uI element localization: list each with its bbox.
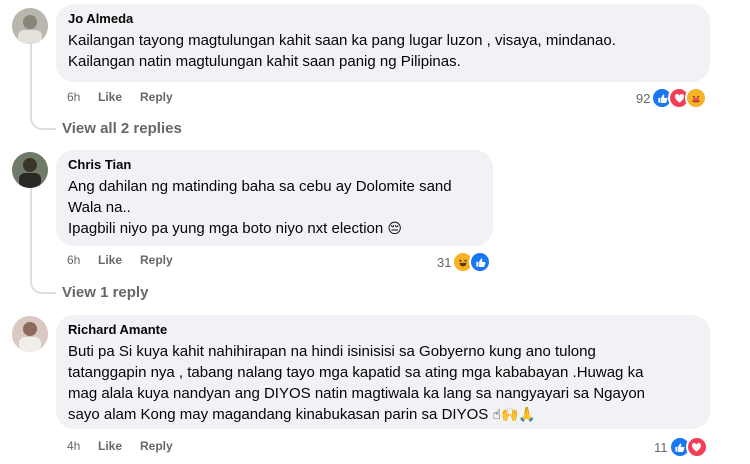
comment-timestamp[interactable]: 6h: [67, 90, 80, 104]
comment-text-line: Ang dahilan ng matinding baha sa cebu ay…: [68, 178, 452, 195]
reply-button[interactable]: Reply: [140, 439, 173, 453]
thread-connector: [30, 44, 56, 130]
reply-button[interactable]: Reply: [140, 90, 173, 104]
comment-richard-amante: Richard Amante Buti pa Si kuya kahit nah…: [0, 313, 750, 464]
comment-text: sayo alam Kong may magandang kinabukasan…: [68, 406, 489, 423]
comment-timestamp[interactable]: 4h: [67, 439, 80, 453]
care-icon: [685, 87, 708, 109]
comment-text-line: mag alala kuya nandyan ang DIYOS natin m…: [68, 385, 646, 402]
comment-text-line: Kailangan natin magtulungan kahit saan p…: [68, 53, 461, 70]
comment-chris-tian: Chris Tian Ang dahilan ng matinding baha…: [0, 146, 750, 306]
reaction-count: 11: [654, 439, 668, 455]
view-replies-link[interactable]: View 1 reply: [62, 284, 148, 301]
avatar[interactable]: [12, 8, 48, 44]
like-button[interactable]: Like: [98, 90, 122, 104]
thread-connector: [30, 188, 56, 294]
comment-text-line: tatanggapin nya , tabang nalang tayo mga…: [68, 364, 644, 381]
view-replies-link[interactable]: View all 2 replies: [62, 120, 182, 137]
reaction-summary[interactable]: 92: [636, 87, 708, 109]
like-icon: [469, 251, 492, 273]
like-button[interactable]: Like: [98, 439, 122, 453]
comment-bubble: Chris Tian Ang dahilan ng matinding baha…: [56, 150, 493, 246]
comment-author[interactable]: Chris Tian: [68, 157, 481, 173]
reply-button[interactable]: Reply: [140, 253, 173, 267]
pensive-emoji: 😔: [387, 221, 402, 237]
comment-bubble: Richard Amante Buti pa Si kuya kahit nah…: [56, 315, 710, 429]
reaction-count: 31: [437, 254, 452, 270]
comment-text: Ipagbili niyo pa yung mga boto niyo nxt …: [68, 220, 384, 237]
reaction-summary[interactable]: 11: [654, 436, 708, 458]
comment-text-line-with-emoji: Ipagbili niyo pa yung mga boto niyo nxt …: [68, 218, 481, 240]
comment-jo-almeda: Jo Almeda Kailangan tayong magtulungan k…: [0, 0, 750, 140]
comment-timestamp[interactable]: 6h: [67, 253, 80, 267]
comment-text-line: Wala na..: [68, 199, 131, 216]
like-button[interactable]: Like: [98, 253, 122, 267]
comment-author[interactable]: Richard Amante: [68, 322, 698, 338]
hand-emojis: ☝🙌🙏: [492, 407, 536, 423]
avatar[interactable]: [12, 152, 48, 188]
reaction-summary[interactable]: 31: [437, 251, 492, 273]
comment-text-line: Kailangan tayong magtulungan kahit saan …: [68, 32, 616, 49]
avatar[interactable]: [12, 316, 48, 352]
love-icon: [685, 436, 708, 458]
comment-text-line: Buti pa Si kuya kahit nahihirapan na hin…: [68, 343, 596, 360]
comment-author[interactable]: Jo Almeda: [68, 11, 698, 27]
comment-bubble: Jo Almeda Kailangan tayong magtulungan k…: [56, 4, 710, 82]
comment-text-line-with-emoji: sayo alam Kong may magandang kinabukasan…: [68, 404, 698, 426]
reaction-count: 92: [636, 90, 651, 106]
